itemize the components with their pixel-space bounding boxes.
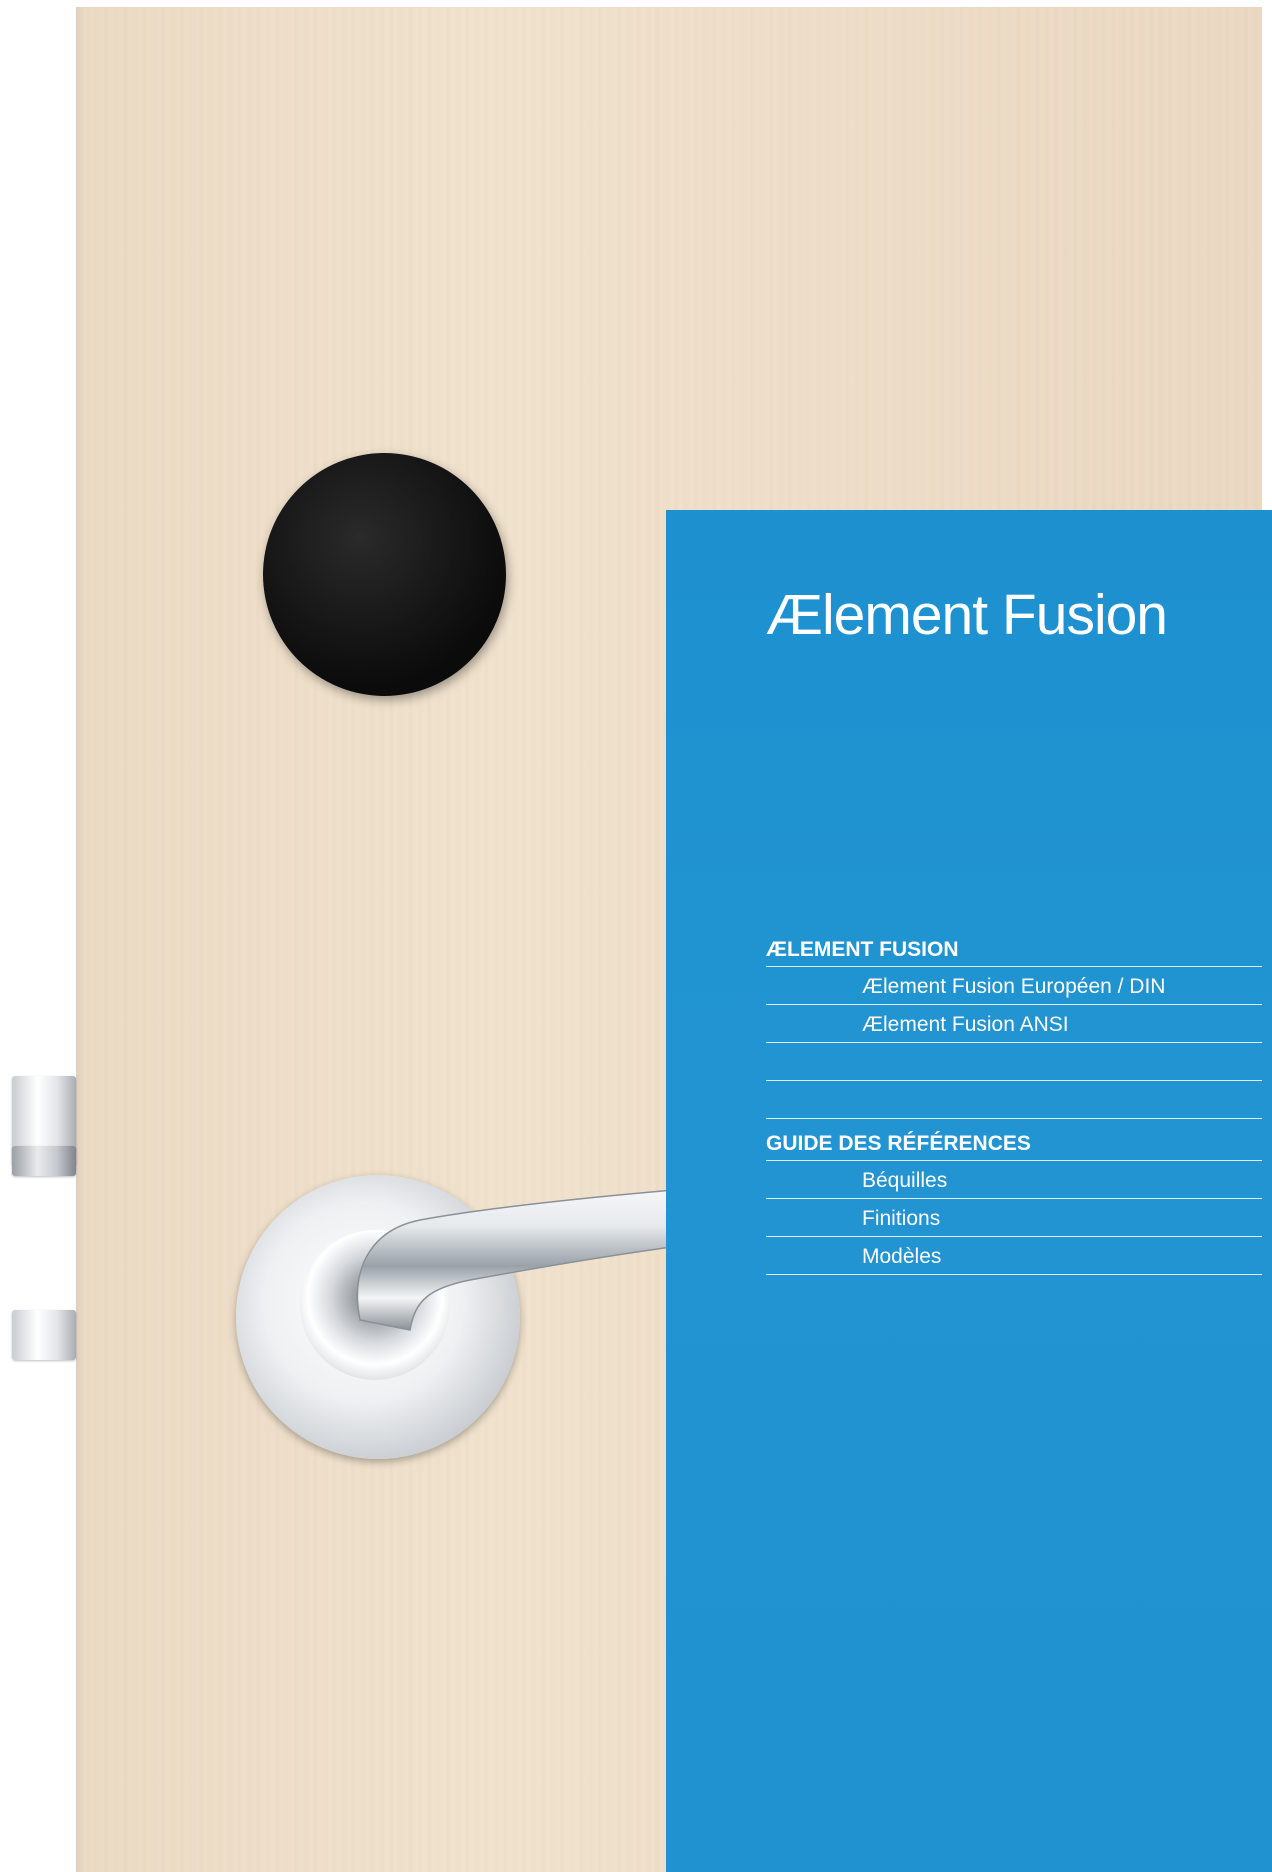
door-latch-icon (12, 1310, 76, 1360)
toc-item-european-din[interactable]: Ælement Fusion Européen / DIN (766, 967, 1262, 1005)
page-title: Ælement Fusion (766, 583, 1168, 647)
door-edge (76, 7, 86, 1872)
toc-heading[interactable]: ÆLEMENT FUSION (766, 928, 1262, 967)
toc-item-finitions[interactable]: Finitions (766, 1199, 1262, 1237)
toc-section-guide: GUIDE DES RÉFÉRENCES Béquilles Finitions… (766, 1122, 1262, 1275)
door-hinge-knuckle (12, 1146, 76, 1176)
rfid-reader-icon (263, 453, 506, 696)
toc-heading[interactable]: GUIDE DES RÉFÉRENCES (766, 1122, 1262, 1161)
toc-item-modeles[interactable]: Modèles (766, 1237, 1262, 1275)
toc-section-aelement-fusion: ÆLEMENT FUSION Ælement Fusion Européen /… (766, 928, 1262, 1119)
toc-divider (766, 1081, 1262, 1119)
toc-item-ansi[interactable]: Ælement Fusion ANSI (766, 1005, 1262, 1043)
toc-item-bequilles[interactable]: Béquilles (766, 1161, 1262, 1199)
toc-divider (766, 1043, 1262, 1081)
